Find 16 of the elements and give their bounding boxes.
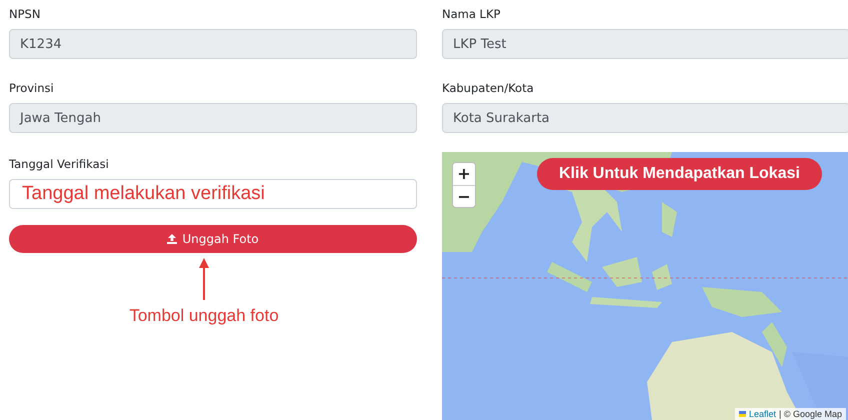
date-field[interactable]: Tanggal melakukan verifikasi — [9, 179, 417, 209]
field-label: Kabupaten/Kota — [442, 80, 535, 96]
field-label: Tanggal Verifikasi — [9, 156, 110, 172]
leaflet-link[interactable]: Leaflet — [748, 409, 776, 419]
upload-icon — [167, 234, 178, 244]
field-label: NPSN — [9, 6, 42, 22]
zoom-out-button[interactable]: − — [453, 185, 475, 207]
field-label: Provinsi — [9, 80, 55, 96]
annotation-text: Tombol unggah foto — [129, 306, 279, 326]
flag-icon — [738, 411, 746, 417]
annotation-text: Tanggal melakukan verifikasi — [21, 183, 266, 205]
field-label: Nama LKP — [442, 6, 502, 22]
upload-button[interactable]: Unggah Foto — [9, 225, 417, 253]
attribution-text: | © Google Map — [779, 409, 842, 419]
get-location-button[interactable]: Klik Untuk Mendapatkan Lokasi — [537, 158, 822, 190]
annotation-arrow — [199, 258, 209, 300]
